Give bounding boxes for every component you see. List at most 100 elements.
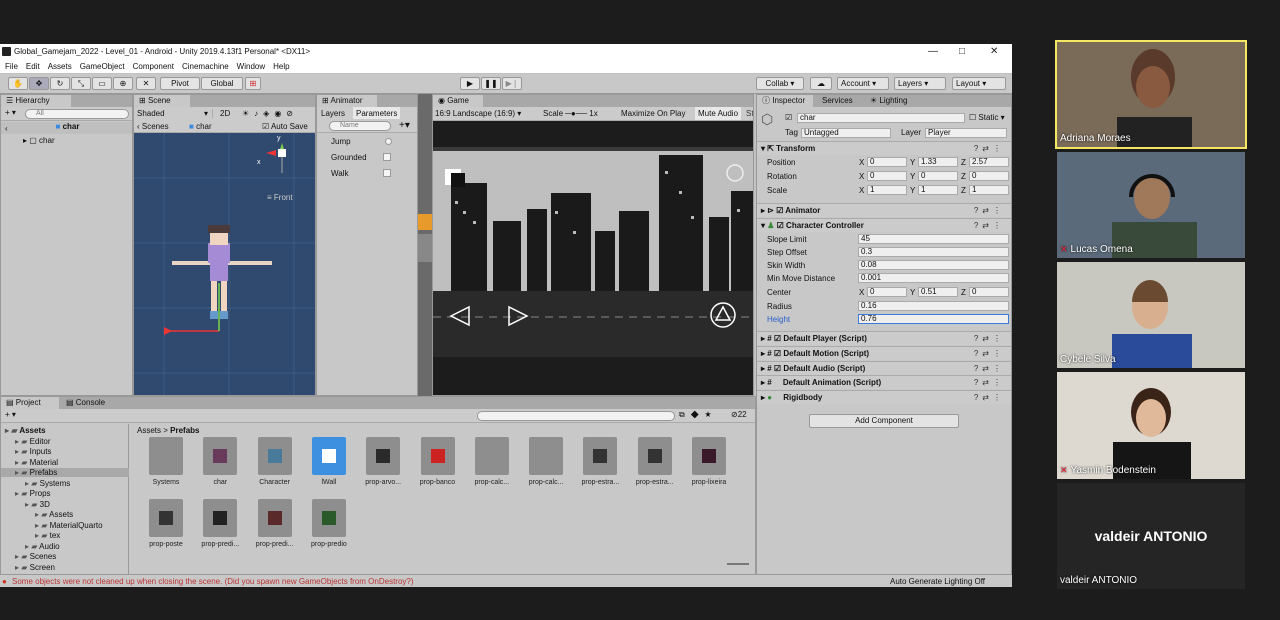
play-button[interactable]: ▶: [460, 77, 480, 90]
prefab-icon[interactable]: [311, 437, 346, 475]
scale-slider[interactable]: Scale ─●── 1x: [543, 109, 598, 118]
default-player-header[interactable]: ▸ # ☑ Default Player (Script) ?⇄⋮: [757, 331, 1011, 345]
hand-tool-icon[interactable]: ✋: [8, 77, 28, 90]
tab-scene[interactable]: ⊞ Scene: [134, 95, 190, 107]
display-dropdown[interactable]: 16:9 Landscape (16:9) ▾: [435, 109, 539, 118]
folder-tree-item[interactable]: ▸ ▰ Editor: [15, 437, 51, 446]
shading-dropdown[interactable]: Shaded ▾: [137, 109, 213, 118]
tab-project[interactable]: ▤ Project: [1, 397, 59, 409]
parameter-grounded[interactable]: Grounded: [331, 153, 367, 162]
prefab-icon[interactable]: [311, 499, 346, 537]
add-component-button[interactable]: Add Component: [809, 414, 959, 428]
folder-tree-item[interactable]: ▸ ▰ Assets: [35, 510, 73, 519]
prefab-icon[interactable]: [420, 437, 455, 475]
step-offset-field[interactable]: 0.3: [858, 247, 1009, 257]
custom-tool-icon[interactable]: ✕: [136, 77, 156, 90]
menu-help[interactable]: Help: [273, 62, 289, 71]
account-dropdown[interactable]: Account ▾: [837, 77, 889, 90]
active-checkbox[interactable]: ☑: [785, 113, 792, 122]
global-toggle[interactable]: Global: [201, 77, 243, 90]
folder-tree-item[interactable]: ▸ ▰ Systems: [25, 479, 70, 488]
skin-width-field[interactable]: 0.08: [858, 260, 1009, 270]
layers-dropdown[interactable]: Layers ▾: [894, 77, 946, 90]
center-x[interactable]: 0: [867, 287, 907, 297]
walk-checkbox[interactable]: [383, 169, 391, 177]
menu-assets[interactable]: Assets: [48, 62, 72, 71]
menu-window[interactable]: Window: [237, 62, 265, 71]
folder-tree-item[interactable]: ▸ ▰ Inputs: [15, 447, 51, 456]
game-viewport[interactable]: [433, 121, 753, 395]
prefab-icon[interactable]: [257, 437, 292, 475]
folder-icon[interactable]: [149, 437, 183, 475]
folder-tree-item[interactable]: ▸ ▰ Material: [15, 458, 58, 467]
prefab-icon[interactable]: [203, 499, 238, 537]
folder-tree-item[interactable]: ▸ ▰ Screen: [15, 563, 55, 572]
layer-dropdown[interactable]: Player: [925, 128, 1007, 138]
video-tile-cybele[interactable]: Cybele Silva: [1057, 262, 1245, 368]
scenes-breadcrumb[interactable]: ‹ Scenes: [137, 122, 169, 131]
tag-dropdown[interactable]: Untagged: [801, 128, 891, 138]
rect-tool-icon[interactable]: ▭: [92, 77, 112, 90]
video-tile-adriana[interactable]: Adriana Moraes: [1055, 40, 1247, 149]
tab-console[interactable]: ▤ Console: [61, 397, 110, 409]
prefab-icon[interactable]: [257, 499, 292, 537]
rotation-y[interactable]: 0: [918, 171, 958, 181]
scale-x[interactable]: 1: [867, 185, 907, 195]
prefab-icon[interactable]: [637, 437, 672, 475]
static-toggle[interactable]: ☐ Static ▾: [969, 113, 1005, 122]
mute-audio-toggle[interactable]: Mute Audio: [695, 107, 742, 120]
folder-tree-item[interactable]: ▸ ▰ Audio: [25, 542, 60, 551]
scene-viewport[interactable]: y x ≡ Front: [134, 133, 315, 395]
add-parameter-icon[interactable]: +▾: [399, 120, 410, 131]
prefab-icon[interactable]: [474, 437, 509, 475]
animator-graph-strip[interactable]: [418, 94, 432, 396]
folder-tree-item[interactable]: ▸ ▰ tex: [35, 531, 60, 540]
object-name-field[interactable]: char: [797, 113, 965, 123]
2d-toggle[interactable]: 2D: [220, 109, 230, 118]
parameter-search[interactable]: Name: [329, 121, 391, 131]
rigidbody-header[interactable]: ▸ ● Rigidbody ?⇄⋮: [757, 390, 1011, 404]
transform-header[interactable]: ▾ ⇱ Transform ?⇄⋮: [757, 141, 1011, 155]
scale-tool-icon[interactable]: ⤡: [71, 77, 91, 90]
default-animation-header[interactable]: ▸ # Default Animation (Script) ?⇄⋮: [757, 375, 1011, 389]
scale-z[interactable]: 1: [969, 185, 1009, 195]
radius-field[interactable]: 0.16: [858, 301, 1009, 311]
back-arrow-icon[interactable]: ‹: [5, 124, 8, 133]
tab-animator[interactable]: ⊞ Animator: [317, 95, 377, 107]
tab-inspector[interactable]: ⓘ Inspector: [757, 95, 813, 107]
pause-button[interactable]: ❚❚: [481, 77, 501, 90]
autosave-toggle[interactable]: ☑ Auto Save: [262, 122, 308, 131]
folder-tree-item[interactable]: ▸ ▰ Prefabs: [1, 468, 129, 477]
default-audio-header[interactable]: ▸ # ☑ Default Audio (Script) ?⇄⋮: [757, 361, 1011, 375]
status-message[interactable]: Some objects were not cleaned up when cl…: [12, 577, 414, 586]
scale-y[interactable]: 1: [918, 185, 958, 195]
position-y[interactable]: 1.33: [918, 157, 958, 167]
prefab-icon[interactable]: [203, 437, 238, 475]
video-tile-lucas[interactable]: ✕ Lucas Omena: [1057, 152, 1245, 258]
folder-tree-item[interactable]: ▸ ▰ Assets: [5, 426, 46, 435]
min-move-field[interactable]: 0.001: [858, 273, 1009, 283]
project-search[interactable]: [477, 411, 675, 421]
prefab-icon[interactable]: [583, 437, 618, 475]
pivot-toggle[interactable]: Pivot: [160, 77, 200, 90]
tab-services[interactable]: Services: [817, 95, 858, 107]
parameters-tab[interactable]: Parameters: [353, 107, 401, 119]
cloud-icon[interactable]: ☁: [810, 77, 832, 90]
filter-icons[interactable]: ⧉◆★: [679, 410, 717, 420]
component-menu-icons[interactable]: ?⇄⋮: [974, 142, 1005, 156]
tab-hierarchy[interactable]: ☰ Hierarchy: [1, 95, 71, 107]
transform-tool-icon[interactable]: ⊕: [113, 77, 133, 90]
run-state[interactable]: [418, 234, 432, 262]
video-tile-yasmin[interactable]: ✕ Yasmin Bodenstein: [1057, 372, 1245, 479]
maximize-on-play-toggle[interactable]: Maximize On Play: [621, 109, 685, 118]
rotation-z[interactable]: 0: [969, 171, 1009, 181]
folder-tree-item[interactable]: ▸ ▰ Props: [15, 489, 51, 498]
character-controller-header[interactable]: ▾ ♟ ☑ Character Controller ?⇄⋮: [757, 218, 1011, 232]
layout-dropdown[interactable]: Layout ▾: [952, 77, 1006, 90]
jump-trigger[interactable]: [385, 138, 392, 145]
default-motion-header[interactable]: ▸ # ☑ Default Motion (Script) ?⇄⋮: [757, 346, 1011, 360]
prefab-icon[interactable]: [366, 437, 401, 475]
folder-tree-item[interactable]: ▸ ▰ MaterialQuarto: [35, 521, 103, 530]
char-breadcrumb[interactable]: ■ char: [189, 122, 212, 131]
layers-tab[interactable]: Layers: [321, 109, 345, 118]
